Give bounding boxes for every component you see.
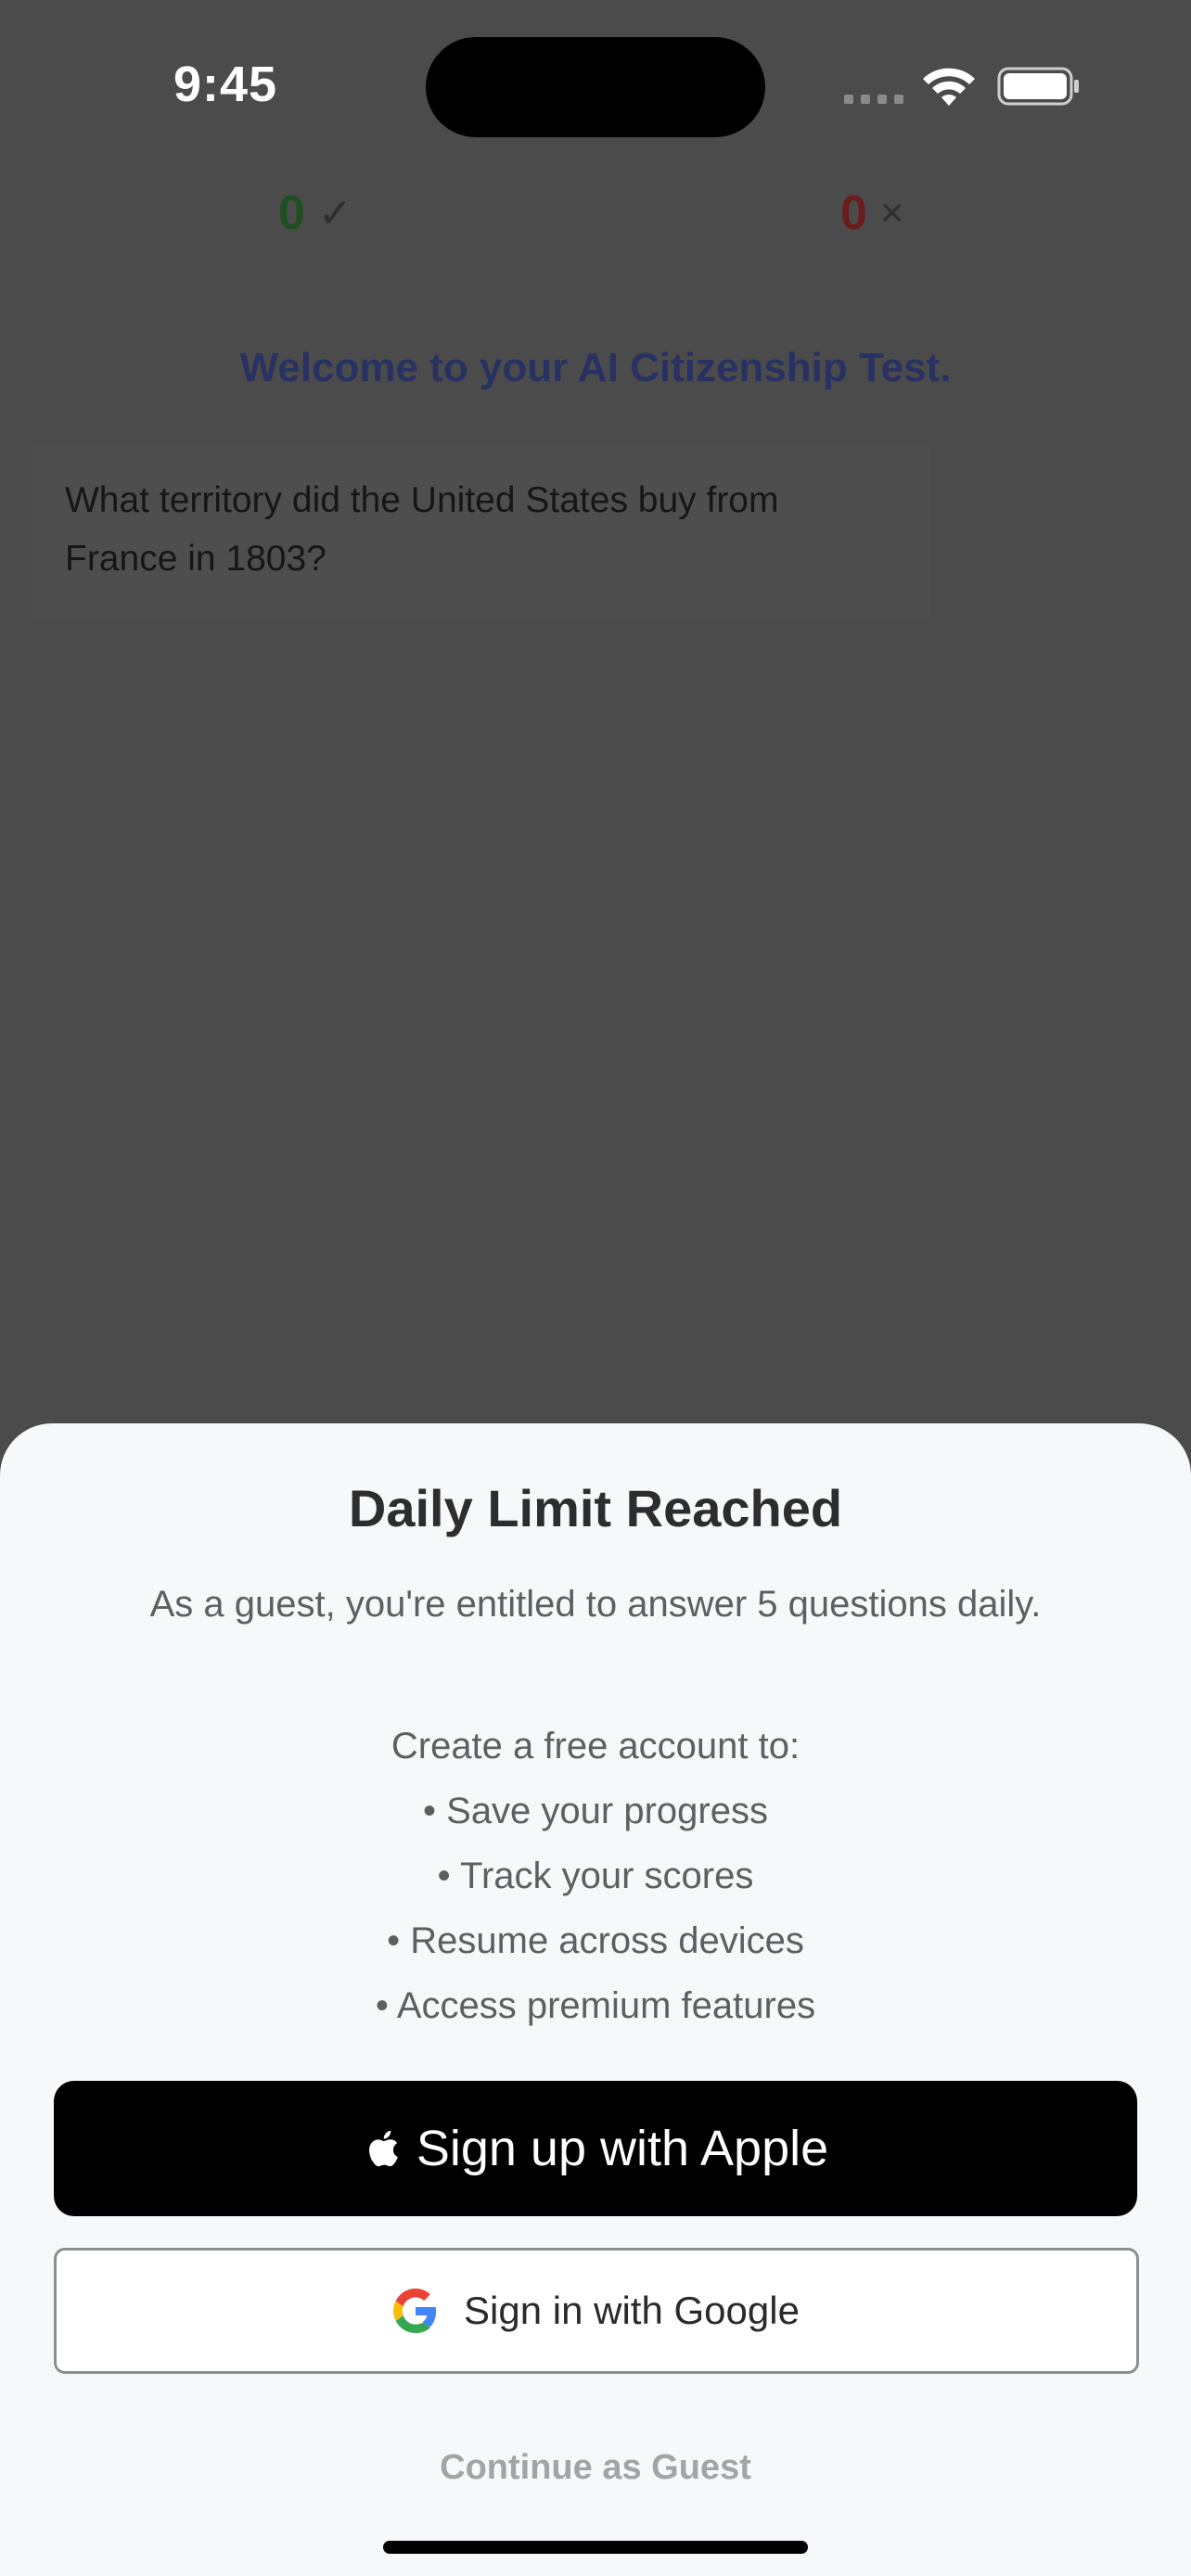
benefits-intro: Create a free account to: (391, 1726, 800, 1766)
home-indicator[interactable] (383, 2541, 808, 2554)
correct-counter: 0 ✓ (278, 185, 352, 241)
question-card: What territory did the United States buy… (32, 443, 931, 619)
question-line-2: France in 1803? (65, 539, 327, 579)
apple-button-label: Sign up with Apple (416, 2121, 829, 2176)
continue-as-guest-link[interactable]: Continue as Guest (0, 2448, 1191, 2488)
cellular-icon (844, 95, 905, 106)
benefits-list: Create a free account to: • Save your pr… (0, 1714, 1191, 2038)
apple-icon (368, 2130, 398, 2167)
benefit-item: • Resume across devices (387, 1920, 804, 1961)
battery-icon (997, 67, 1079, 106)
sheet-title: Daily Limit Reached (348, 1479, 843, 1537)
correct-count: 0 (278, 186, 305, 240)
google-button-label: Sign in with Google (464, 2289, 800, 2332)
question-text: What territory did the United States buy… (65, 471, 900, 588)
wrong-count: 0 (840, 186, 867, 240)
sign-up-with-apple-button[interactable]: Sign up with Apple (54, 2081, 1137, 2216)
cross-icon: × (879, 190, 904, 236)
wrong-counter: 0 × (840, 185, 904, 241)
benefit-item: • Track your scores (437, 1855, 754, 1896)
question-line-1: What territory did the United States buy… (65, 480, 779, 520)
status-time: 9:45 (173, 57, 278, 112)
benefit-item: • Access premium features (375, 1985, 816, 2026)
google-icon (393, 2289, 437, 2333)
dynamic-island (426, 37, 765, 137)
checkmark-icon: ✓ (317, 190, 352, 236)
sign-in-with-google-button[interactable]: Sign in with Google (54, 2248, 1139, 2374)
wifi-icon (923, 68, 975, 106)
welcome-heading: Welcome to your AI Citizenship Test. (239, 345, 952, 390)
benefit-item: • Save your progress (423, 1791, 768, 1831)
sheet-subtitle: As a guest, you're entitled to answer 5 … (149, 1584, 1042, 1625)
